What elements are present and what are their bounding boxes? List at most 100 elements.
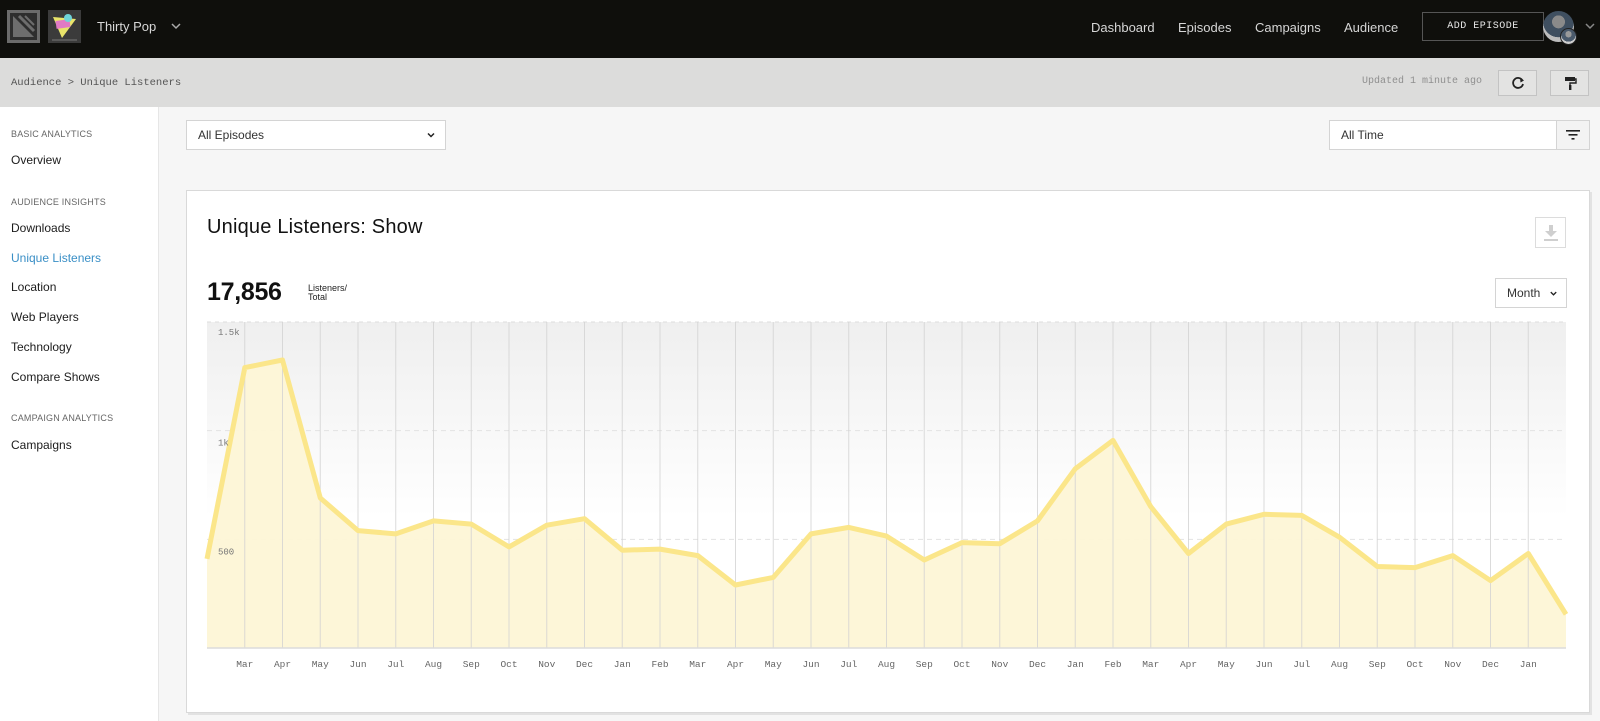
x-tick-label: Jun [349,659,366,670]
sidebar-item-downloads[interactable]: Downloads [11,221,70,235]
refresh-button[interactable] [1498,70,1537,96]
data-point [884,534,889,539]
app-logo[interactable] [7,10,40,43]
sidebar-item-unique-listeners[interactable]: Unique Listeners [11,251,101,265]
refresh-icon [1511,77,1524,89]
data-point [960,540,965,545]
x-tick-label: Sep [1369,659,1386,670]
granularity-select[interactable]: Month [1495,278,1567,308]
data-point [658,547,663,552]
nav-link-dashboard[interactable]: Dashboard [1091,20,1155,35]
data-point [469,522,474,527]
data-point [242,365,247,370]
y-tick-label: 1k [218,439,229,449]
x-tick-label: Sep [916,659,933,670]
data-point [1262,512,1267,517]
data-point [544,523,549,528]
x-tick-label: Oct [953,659,970,670]
sidebar-item-web-players[interactable]: Web Players [11,310,79,324]
data-point [582,516,587,521]
card-title: Unique Listeners: Show [207,216,423,238]
x-tick-label: Sep [463,659,480,670]
sidebar-item-location[interactable]: Location [11,280,56,294]
data-point [1224,522,1229,527]
show-switcher-name[interactable]: Thirty Pop [97,19,156,34]
data-point [1186,551,1191,556]
nav-link-audience[interactable]: Audience [1344,20,1398,35]
x-tick-label: Apr [274,659,291,670]
x-tick-label: Mar [689,659,706,670]
data-point [1450,553,1455,558]
data-point [695,553,700,558]
data-point [922,557,927,562]
sidebar-item-technology[interactable]: Technology [11,340,72,354]
x-tick-label: Feb [651,659,668,670]
chevron-down-icon [427,132,435,138]
last-updated-text: Updated 1 minute ago [1362,76,1483,87]
x-tick-label: Oct [1406,659,1423,670]
total-listeners-value: 17,856 [207,278,282,306]
data-point [771,575,776,580]
data-point [1148,504,1153,509]
filter-button[interactable] [1556,121,1589,149]
chevron-down-icon[interactable] [169,19,183,33]
x-tick-label: Jun [1255,659,1272,670]
total-unit-line2: Total [308,292,328,302]
x-tick-label: Dec [1029,659,1046,670]
data-point [280,358,285,363]
unique-listeners-chart: 1.5k 1k 500 Mar Apr May Jun Jul Aug Sep Oct Nov Dec J… [204,321,1569,670]
data-point [393,531,398,536]
x-tick-label: Aug [1331,659,1348,670]
x-tick-label: Nov [538,659,555,670]
show-artwork-image [48,10,81,43]
y-tick-label: 500 [218,547,234,557]
data-point [997,541,1002,546]
y-tick-label: 1.5k [218,328,240,338]
add-episode-button[interactable]: ADD EPISODE [1422,12,1544,41]
download-button[interactable] [1535,217,1566,248]
sidebar-section-audience-insights: AUDIENCE INSIGHTS [11,197,106,207]
breadcrumb: Audience > Unique Listeners [11,77,182,89]
data-point [431,518,436,523]
x-tick-label: Nov [991,659,1008,670]
data-point [733,582,738,587]
paint-roller-icon [1564,77,1577,90]
x-tick-label: May [1218,659,1235,670]
data-point [1488,578,1493,583]
x-tick-label: Jul [1293,659,1310,670]
data-point [1111,438,1116,443]
data-point [1035,518,1040,523]
show-artwork[interactable] [48,10,81,43]
data-point [1413,565,1418,570]
data-point [1337,535,1342,540]
x-tick-label: Oct [500,659,517,670]
nav-link-campaigns[interactable]: Campaigns [1255,20,1321,35]
filter-icon [1566,130,1580,140]
sidebar-section-basic-analytics: BASIC ANALYTICS [11,129,93,139]
sidebar-item-overview[interactable]: Overview [11,153,61,167]
sidebar-item-campaigns[interactable]: Campaigns [11,438,72,452]
secondary-avatar [1560,28,1577,45]
x-tick-label: Apr [1180,659,1197,670]
customize-button[interactable] [1550,70,1589,96]
data-point [1073,466,1078,471]
sidebar-item-compare-shows[interactable]: Compare Shows [11,370,100,384]
time-range-input[interactable]: All Time [1329,120,1590,150]
data-point [620,548,625,553]
data-point [1375,564,1380,569]
chevron-down-icon[interactable] [1584,20,1596,32]
x-tick-label: May [312,659,329,670]
data-point [205,556,210,561]
chevron-down-icon [1550,291,1557,296]
x-tick-label: Aug [878,659,895,670]
data-point [846,525,851,530]
episode-select[interactable]: All Episodes [186,120,446,150]
episode-select-value: All Episodes [198,128,265,142]
nav-link-episodes[interactable]: Episodes [1178,20,1231,35]
data-point [1564,612,1569,617]
x-tick-label: Feb [1104,659,1121,670]
sidebar: BASIC ANALYTICS Overview AUDIENCE INSIGH… [0,107,159,721]
breadcrumb-bar: Audience > Unique Listeners Updated 1 mi… [0,58,1600,107]
data-point [1526,551,1531,556]
x-tick-label: Mar [1142,659,1159,670]
